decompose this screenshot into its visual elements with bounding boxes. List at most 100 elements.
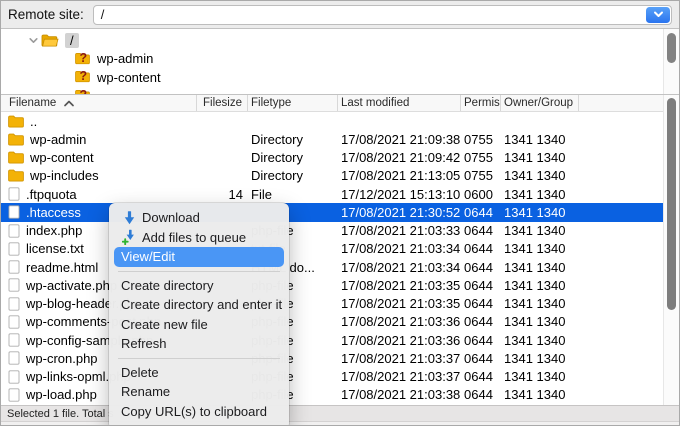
column-header-permissions[interactable]: Permissions — [461, 95, 501, 111]
file-icon — [8, 388, 20, 402]
permissions: 0755 — [461, 132, 501, 147]
file-row-parent-dir[interactable]: .. — [1, 112, 663, 130]
menu-item-refresh[interactable]: Refresh — [109, 334, 289, 354]
permissions: 0644 — [461, 296, 501, 311]
owner-group: 1341 1340 — [501, 296, 579, 311]
column-header-last-modified[interactable]: Last modified — [338, 95, 461, 111]
last-modified: 17/12/2021 15:13:10 — [338, 187, 461, 202]
permissions: 0755 — [461, 168, 501, 183]
menu-item-label: View/Edit — [121, 249, 175, 264]
menu-item-label: Create new file — [121, 317, 208, 332]
last-modified: 17/08/2021 21:03:36 — [338, 333, 461, 348]
file-row-wp-load-php[interactable]: wp-load.phpphp-file17/08/2021 21:03:3806… — [1, 386, 663, 404]
menu-separator — [109, 267, 289, 276]
remote-directory-tree: / ?wp-admin? wp-content? — [1, 29, 679, 95]
menu-item-delete[interactable]: Delete — [109, 363, 289, 383]
column-header-filename[interactable]: Filename — [1, 95, 197, 111]
menu-item-add-files-to-queue[interactable]: Add files to queue — [109, 228, 289, 248]
permissions: 0644 — [461, 314, 501, 329]
file-list-scrollbar[interactable] — [663, 95, 679, 405]
tree-item-wp-content[interactable]: ? wp-content — [1, 68, 679, 87]
column-label: Filetype — [251, 97, 291, 109]
file-row-wp-admin[interactable]: wp-adminDirectory17/08/2021 21:09:380755… — [1, 130, 663, 148]
file-row-ftpquota[interactable]: .ftpquota14File17/12/2021 15:13:10060013… — [1, 185, 663, 203]
add-to-queue-icon — [121, 229, 137, 245]
file-row-htaccess[interactable]: .htaccess17/08/2021 21:30:5206441341 134… — [1, 203, 663, 221]
file-icon — [8, 278, 20, 292]
menu-item-rename[interactable]: Rename — [109, 382, 289, 402]
permissions: 0644 — [461, 387, 501, 402]
tree-item-partial[interactable]: / — [1, 31, 679, 50]
last-modified: 17/08/2021 21:03:36 — [338, 314, 461, 329]
tree-item-wp-admin[interactable]: ?wp-admin — [1, 50, 679, 69]
last-modified: 17/08/2021 21:09:38 — [338, 132, 461, 147]
filename: wp-content — [30, 150, 94, 165]
file-icon — [8, 297, 20, 311]
filename: .ftpquota — [26, 187, 77, 202]
owner-group: 1341 1340 — [501, 387, 579, 402]
file-list-scrollbar-thumb[interactable] — [667, 98, 676, 310]
owner-group: 1341 1340 — [501, 351, 579, 366]
file-row-readme-html[interactable]: readme.htmlHTML do...17/08/2021 21:03:34… — [1, 258, 663, 276]
filename: index.php — [26, 223, 82, 238]
combobox-dropdown-button[interactable] — [646, 7, 670, 23]
tree-item-partial[interactable]: ? — [1, 87, 679, 96]
menu-item-copy-url-s-to-clipboard[interactable]: Copy URL(s) to clipboard — [109, 402, 289, 422]
column-label: Filesize — [203, 97, 242, 109]
menu-item-create-directory-and-enter-it[interactable]: Create directory and enter it — [109, 295, 289, 315]
remote-site-combobox[interactable]: / — [93, 5, 672, 25]
filename: readme.html — [26, 260, 98, 275]
permissions: 0644 — [461, 369, 501, 384]
menu-item-label: Copy URL(s) to clipboard — [121, 404, 267, 419]
column-header-owner-group[interactable]: Owner/Group — [501, 95, 579, 111]
tree-item-label: wp-content — [97, 70, 161, 85]
file-row-wp-includes[interactable]: wp-includesDirectory17/08/2021 21:13:050… — [1, 167, 663, 185]
filetype: Directory — [248, 150, 338, 165]
column-label: Owner/Group — [504, 97, 573, 109]
file-icon — [8, 224, 20, 238]
column-label: Permissions — [464, 97, 501, 109]
menu-separator — [109, 354, 289, 363]
menu-item-label: Create directory and enter it — [121, 297, 282, 312]
file-row-wp-cron-php[interactable]: wp-cron.phpphp-file17/08/2021 21:03:3706… — [1, 349, 663, 367]
last-modified: 17/08/2021 21:03:35 — [338, 296, 461, 311]
tree-item-label: / — [65, 33, 79, 48]
tree-scrollbar-thumb[interactable] — [667, 33, 676, 63]
filename: .htaccess — [26, 205, 81, 220]
filename: wp-admin — [30, 132, 86, 147]
file-row-wp-config-sample-php[interactable]: wp-config-sample.phpphp-file17/08/2021 2… — [1, 331, 663, 349]
file-row-index-php[interactable]: index.phpphp-file17/08/2021 21:03:330644… — [1, 222, 663, 240]
last-modified: 17/08/2021 21:03:35 — [338, 278, 461, 293]
column-header-filetype[interactable]: Filetype — [248, 95, 338, 111]
menu-item-download[interactable]: Download — [109, 208, 289, 228]
file-row-wp-links-opml-php[interactable]: wp-links-opml.phpphp-file17/08/2021 21:0… — [1, 368, 663, 386]
menu-item-label: Delete — [121, 365, 159, 380]
menu-item-label: Refresh — [121, 336, 167, 351]
folder-question-icon: ? — [75, 70, 91, 84]
owner-group: 1341 1340 — [501, 260, 579, 275]
file-row-wp-activate-php[interactable]: wp-activate.phpphp-file17/08/2021 21:03:… — [1, 276, 663, 294]
owner-group: 1341 1340 — [501, 314, 579, 329]
sort-ascending-icon — [63, 99, 75, 108]
filename: wp-cron.php — [26, 351, 98, 366]
filename: license.txt — [26, 241, 84, 256]
menu-item-create-directory[interactable]: Create directory — [109, 276, 289, 296]
bottom-strip — [1, 421, 679, 426]
menu-item-create-new-file[interactable]: Create new file — [109, 315, 289, 335]
file-list-rows: ..wp-adminDirectory17/08/2021 21:09:3807… — [1, 112, 663, 404]
file-row-license-txt[interactable]: license.txttxt-file17/08/2021 21:03:3406… — [1, 240, 663, 258]
file-icon — [8, 333, 20, 347]
file-row-wp-comments-post-php[interactable]: wp-comments-post.phpphp-file17/08/2021 2… — [1, 313, 663, 331]
expander-chevron-icon[interactable] — [25, 35, 41, 46]
menu-item-label: Download — [142, 210, 200, 225]
file-row-wp-content[interactable]: wp-contentDirectory17/08/2021 21:09:4207… — [1, 149, 663, 167]
permissions: 0644 — [461, 351, 501, 366]
menu-item-view-edit[interactable]: View/Edit — [114, 247, 284, 267]
menu-item-label: Create directory — [121, 278, 213, 293]
open-folder-icon — [41, 34, 59, 47]
file-row-wp-blog-header-php[interactable]: wp-blog-header.phpphp-file17/08/2021 21:… — [1, 295, 663, 313]
column-header-filesize[interactable]: Filesize — [197, 95, 248, 111]
filesize: 14 — [197, 187, 248, 202]
column-label: Filename — [9, 97, 56, 109]
tree-scrollbar[interactable] — [663, 29, 679, 94]
